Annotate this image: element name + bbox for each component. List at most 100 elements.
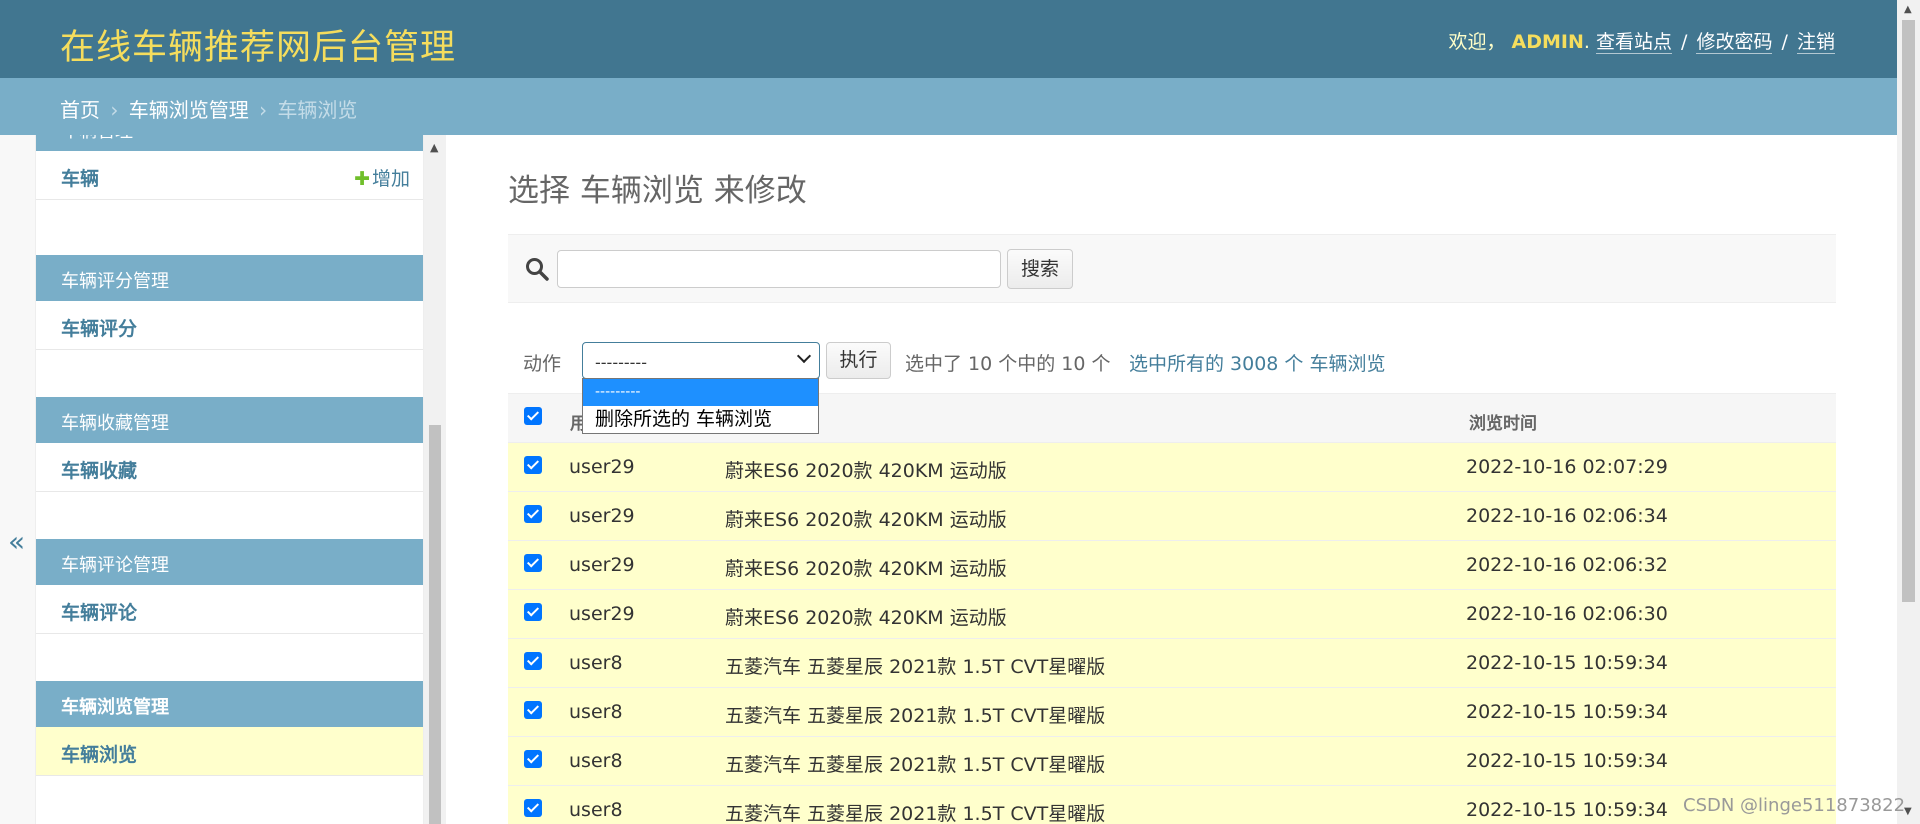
view-site-link[interactable]: 查看站点 [1595,31,1672,54]
cell-vehicle: 蔚来ES6 2020款 420KM 运动版 [725,509,1007,531]
results-table: 用户 车辆 浏览时间 user29蔚来ES6 2020款 420KM 运动版20… [508,393,1836,824]
table-row[interactable]: user29 蔚来ES6 2020款 420KM 运动版 2022-10-16 02… [508,590,1836,639]
sidebar-item-browsing[interactable]: 车辆浏览 [36,727,423,776]
cell-time: 2022-10-15 10:59:34 [1466,652,1668,674]
sidebar-caption[interactable]: 车辆评分管理 [36,255,423,301]
page-scrollbar[interactable]: ▲ ▼ [1897,0,1920,824]
action-select[interactable]: --------- [582,342,820,379]
cell-user[interactable]: user29 [569,603,635,625]
nav-sidebar: 车辆管理 车辆 ✚增加 车辆评分管理 车辆评分 车辆收藏管理 车辆收藏 车辆评论… [36,135,424,824]
cell-user[interactable]: user8 [569,799,623,821]
site-title[interactable]: 在线车辆推荐网后台管理 [60,19,456,70]
row-checkbox[interactable] [524,750,542,768]
breadcrumb-arrow: › [259,98,268,122]
cell-time: 2022-10-15 10:59:34 [1466,799,1668,821]
cell-vehicle: 蔚来ES6 2020款 420KM 运动版 [725,558,1007,580]
sidebar-item-ratings[interactable]: 车辆评分 [36,301,423,350]
breadcrumb-app[interactable]: 车辆浏览管理 [129,98,249,122]
sidebar-group-favorites: 车辆收藏管理 车辆收藏 [36,397,423,492]
table-row[interactable]: user29 蔚来ES6 2020款 420KM 运动版 2022-10-16 02… [508,492,1836,541]
sidebar-item-label[interactable]: 车辆 [61,168,99,190]
row-checkbox[interactable] [524,799,542,817]
cell-user[interactable]: user29 [569,456,635,478]
cell-time: 2022-10-16 02:06:32 [1466,554,1668,576]
cell-vehicle: 五菱汽车 五菱星辰 2021款 1.5T CVT星曜版 [725,754,1106,776]
cell-vehicle: 五菱汽车 五菱星辰 2021款 1.5T CVT星曜版 [725,803,1106,824]
cell-user[interactable]: user29 [569,505,635,527]
cell-user[interactable]: user8 [569,701,623,723]
scroll-up-arrow-icon[interactable]: ▲ [1904,4,1912,15]
row-checkbox[interactable] [524,554,542,572]
breadcrumb-home[interactable]: 首页 [60,98,100,122]
sidebar-item-vehicles[interactable]: 车辆 ✚ 增加 [36,151,423,200]
username: ADMIN [1511,31,1584,53]
change-password-link[interactable]: 修改密码 [1696,31,1773,54]
search-toolbar: 搜索 [508,234,1836,303]
action-option[interactable]: --------- [583,379,818,406]
row-checkbox[interactable] [524,456,542,474]
cell-user[interactable]: user29 [569,554,635,576]
sidebar-scrollbar-thumb[interactable] [429,425,441,824]
admin-page: 在线车辆推荐网后台管理 欢迎， ADMIN. 查看站点 / 修改密码 / 注销 … [0,0,1920,824]
sidebar-item-comments[interactable]: 车辆评论 [36,585,423,634]
logout-link[interactable]: 注销 [1796,31,1835,54]
add-vehicle-link[interactable]: ✚ 增加 [354,164,410,191]
page-title: 选择 车辆浏览 来修改 [508,173,807,209]
chevron-down-icon [796,348,812,364]
breadcrumb: 首页 › 车辆浏览管理 › 车辆浏览 [0,78,1897,135]
action-dropdown-list: --------- 删除所选的 车辆浏览 [582,378,819,434]
table-row[interactable]: user29 蔚来ES6 2020款 420KM 运动版 2022-10-16 02… [508,541,1836,590]
table-row[interactable]: user8 五菱汽车 五菱星辰 2021款 1.5T CVT星曜版 2022-10-… [508,639,1836,688]
actions-label: 动作 [523,353,562,375]
sidebar-scrollbar[interactable]: ▲ [424,135,446,824]
welcome-text: 欢迎， [1448,31,1506,53]
scroll-up-arrow-icon[interactable]: ▲ [430,141,438,154]
nav-sidebar-toggle[interactable]: « [0,135,36,824]
sidebar-item-favorites[interactable]: 车辆收藏 [36,443,423,492]
select-all-link[interactable]: 选中所有的 3008 个 车辆浏览 [1129,349,1385,376]
cell-vehicle: 蔚来ES6 2020款 420KM 运动版 [725,607,1007,629]
table-body: user29 蔚来ES6 2020款 420KM 运动版 2022-10-16 02… [508,443,1836,824]
watermark: CSDN @linge511873822 [1683,795,1906,816]
row-checkbox[interactable] [524,505,542,523]
plus-icon: ✚ [354,168,370,190]
table-row[interactable]: user8 五菱汽车 五菱星辰 2021款 1.5T CVT星曜版 2022-10-… [508,737,1836,786]
cell-time: 2022-10-15 10:59:34 [1466,750,1668,772]
separator: / [1781,31,1788,53]
action-select-value: --------- [595,353,647,372]
separator: / [1681,31,1688,53]
cell-time: 2022-10-16 02:07:29 [1466,456,1668,478]
table-row[interactable]: user8 五菱汽车 五菱星辰 2021款 1.5T CVT星曜版 2022-10-… [508,786,1836,824]
run-action-button[interactable]: 执行 [826,342,891,379]
breadcrumb-arrow: › [110,98,119,122]
sidebar-caption[interactable]: 车辆浏览管理 [36,681,423,727]
sidebar-caption[interactable]: 车辆管理 [36,135,423,151]
sidebar-caption[interactable]: 车辆收藏管理 [36,397,423,443]
sidebar-group-ratings: 车辆评分管理 车辆评分 [36,255,423,350]
search-input[interactable] [557,250,1001,288]
cell-user[interactable]: user8 [569,750,623,772]
table-row[interactable]: user8 五菱汽车 五菱星辰 2021款 1.5T CVT星曜版 2022-10-… [508,688,1836,737]
column-header-time[interactable]: 浏览时间 [1469,409,1537,434]
double-chevron-left-icon: « [8,525,26,558]
search-button[interactable]: 搜索 [1007,249,1073,289]
actions-bar: 动作 --------- 执行 选中了 10 个中的 10 个 选中所有的 30… [508,336,1836,384]
scroll-down-arrow-icon[interactable]: ▼ [1904,806,1912,817]
sidebar-caption[interactable]: 车辆评论管理 [36,539,423,585]
user-tools: 欢迎， ADMIN. 查看站点 / 修改密码 / 注销 [1448,31,1835,54]
header: 在线车辆推荐网后台管理 欢迎， ADMIN. 查看站点 / 修改密码 / 注销 [0,0,1897,78]
cell-time: 2022-10-16 02:06:30 [1466,603,1668,625]
cell-user[interactable]: user8 [569,652,623,674]
row-checkbox[interactable] [524,652,542,670]
cell-time: 2022-10-15 10:59:34 [1466,701,1668,723]
select-all-checkbox[interactable] [524,407,542,425]
table-row[interactable]: user29 蔚来ES6 2020款 420KM 运动版 2022-10-16 02… [508,443,1836,492]
page-scrollbar-thumb[interactable] [1902,20,1915,602]
sidebar-group-vehicles: 车辆管理 车辆 ✚增加 [36,135,423,200]
action-option-delete[interactable]: 删除所选的 车辆浏览 [583,406,818,433]
cell-vehicle: 五菱汽车 五菱星辰 2021款 1.5T CVT星曜版 [725,705,1106,727]
row-checkbox[interactable] [524,603,542,621]
breadcrumb-current: 车辆浏览 [277,98,358,122]
row-checkbox[interactable] [524,701,542,719]
sidebar-group-comments: 车辆评论管理 车辆评论 [36,539,423,634]
